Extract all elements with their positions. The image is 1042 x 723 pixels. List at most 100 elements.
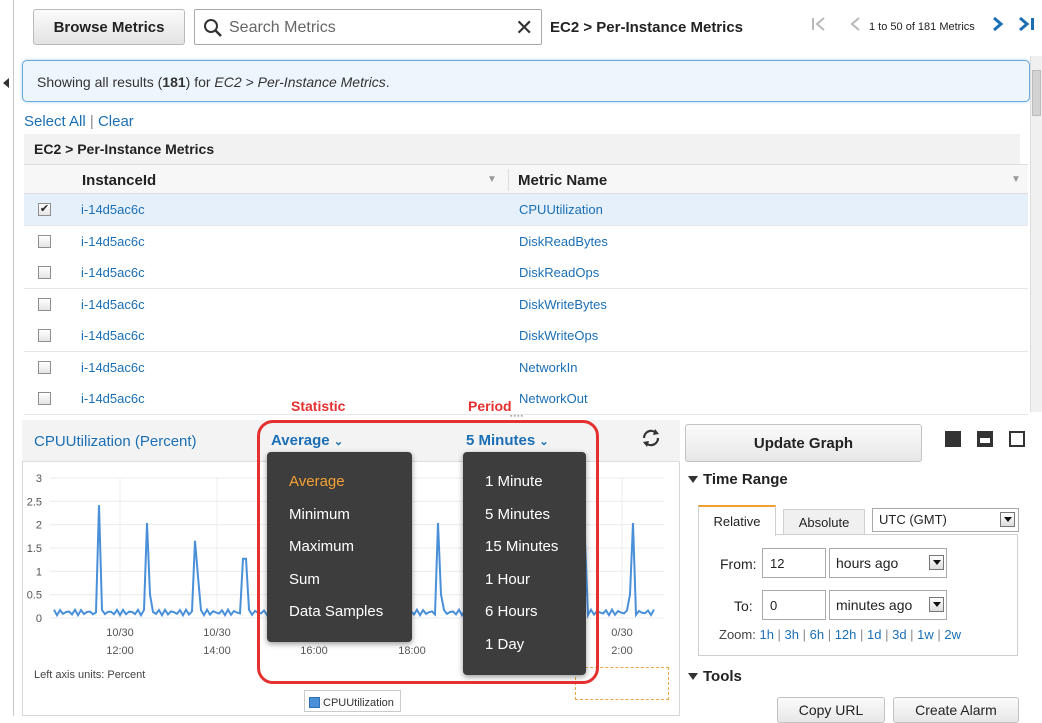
table-row[interactable]: ✔ i-14d5ac6c CPUUtilization	[24, 194, 1028, 226]
refresh-icon[interactable]	[640, 427, 662, 449]
instance-id-link[interactable]: i-14d5ac6c	[81, 328, 145, 343]
dropdown-arrow-icon[interactable]	[929, 597, 944, 612]
search-input[interactable]: Search Metrics ✕	[194, 9, 542, 45]
graph-title[interactable]: CPUUtilization (Percent)	[34, 433, 197, 450]
zoom-2w-link[interactable]: 2w	[944, 627, 961, 642]
y-tick-label: 1.5	[27, 543, 42, 555]
table-row[interactable]: i-14d5ac6c DiskReadBytes	[24, 225, 1028, 258]
search-placeholder: Search Metrics	[229, 19, 336, 36]
zoom-links: Zoom: 1h | 3h | 6h | 12h | 1d | 3d | 1w …	[719, 627, 961, 642]
layout-empty-icon[interactable]	[1009, 431, 1025, 447]
panel-splitter[interactable]	[24, 412, 1028, 417]
column-instanceid[interactable]: InstanceId	[82, 172, 156, 189]
collapse-left-icon[interactable]	[3, 78, 9, 88]
tab-absolute[interactable]: Absolute	[783, 509, 865, 535]
annotation-highlight	[257, 420, 599, 684]
next-page-icon[interactable]	[990, 16, 1006, 32]
metric-name-link[interactable]: DiskWriteOps	[519, 328, 598, 343]
instance-id-link[interactable]: i-14d5ac6c	[81, 297, 145, 312]
table-row[interactable]: i-14d5ac6c DiskWriteBytes	[24, 288, 1028, 321]
select-all-link[interactable]: Select All	[24, 113, 86, 130]
zoom-separator: |	[881, 627, 893, 642]
zoom-12h-link[interactable]: 12h	[835, 627, 857, 642]
dropdown-arrow-icon[interactable]	[929, 555, 944, 570]
banner-prefix: Showing all results (	[37, 74, 163, 90]
result-count: 181	[162, 74, 186, 90]
update-graph-button[interactable]: Update Graph	[685, 424, 922, 462]
time-range-section[interactable]: Time Range	[688, 471, 788, 488]
instance-id-link[interactable]: i-14d5ac6c	[81, 234, 145, 249]
metric-name-link[interactable]: DiskWriteBytes	[519, 297, 607, 312]
zoom-3d-link[interactable]: 3d	[892, 627, 906, 642]
zoom-3h-link[interactable]: 3h	[785, 627, 799, 642]
clear-link[interactable]: Clear	[98, 113, 134, 130]
results-banner: Showing all results (181) for EC2 > Per-…	[22, 60, 1030, 102]
y-tick-label: 3	[36, 473, 42, 485]
chart-legend: CPUUtilization	[304, 690, 401, 712]
create-alarm-button[interactable]: Create Alarm	[893, 697, 1019, 723]
tools-section[interactable]: Tools	[688, 668, 742, 685]
zoom-1h-link[interactable]: 1h	[759, 627, 773, 642]
zoom-1d-link[interactable]: 1d	[867, 627, 881, 642]
metric-name-link[interactable]: DiskReadBytes	[519, 234, 608, 249]
zoom-separator: |	[906, 627, 918, 642]
y-tick-label: 0.5	[27, 590, 42, 602]
selection-separator: |	[89, 113, 94, 130]
to-unit-value: minutes ago	[836, 597, 913, 613]
zoom-1w-link[interactable]: 1w	[917, 627, 934, 642]
metric-name-link[interactable]: NetworkOut	[519, 391, 588, 406]
y-tick-label: 2.5	[27, 496, 42, 508]
metric-name-link[interactable]: NetworkIn	[519, 360, 578, 375]
row-checkbox[interactable]: ✔	[38, 203, 51, 216]
scrollbar-thumb[interactable]	[1032, 70, 1041, 116]
timezone-select[interactable]: UTC (GMT)	[872, 508, 1019, 532]
column-metric-name[interactable]: Metric Name	[518, 172, 607, 189]
instance-id-link[interactable]: i-14d5ac6c	[81, 360, 145, 375]
row-checkbox[interactable]	[38, 392, 51, 405]
clear-search-icon[interactable]: ✕	[515, 15, 533, 41]
search-icon	[204, 19, 222, 37]
from-unit-select[interactable]: hours ago	[829, 548, 947, 578]
dropdown-arrow-icon[interactable]	[1000, 512, 1015, 527]
zoom-separator: |	[824, 627, 835, 642]
tab-relative[interactable]: Relative	[698, 505, 776, 536]
first-page-icon[interactable]	[810, 16, 832, 32]
sort-chevron-icon[interactable]: ▼	[1011, 174, 1021, 185]
instance-id-link[interactable]: i-14d5ac6c	[81, 202, 145, 217]
instance-id-link[interactable]: i-14d5ac6c	[81, 265, 145, 280]
table-row[interactable]: i-14d5ac6c NetworkIn	[24, 351, 1028, 384]
to-unit-select[interactable]: minutes ago	[829, 590, 947, 620]
last-page-icon[interactable]	[1016, 16, 1038, 32]
splitter-grip-icon[interactable]: ▪▪▪▪	[510, 413, 524, 420]
zoom-separator: |	[933, 627, 945, 642]
row-checkbox[interactable]	[38, 329, 51, 342]
x-tick-time: 14:00	[203, 645, 231, 657]
table-row[interactable]: i-14d5ac6c NetworkOut	[24, 383, 1028, 415]
row-checkbox[interactable]	[38, 297, 51, 311]
scope-label: EC2 > Per-Instance Metrics	[550, 19, 744, 36]
from-value-input[interactable]: 12	[762, 548, 826, 578]
zoom-label: Zoom:	[719, 627, 756, 642]
copy-url-button[interactable]: Copy URL	[777, 697, 885, 723]
metric-name-link[interactable]: DiskReadOps	[519, 265, 599, 280]
table-row[interactable]: i-14d5ac6c DiskWriteOps	[24, 320, 1028, 352]
zoom-separator: |	[856, 627, 868, 642]
table-row[interactable]: i-14d5ac6c DiskReadOps	[24, 257, 1028, 289]
previous-page-icon[interactable]	[848, 16, 864, 32]
banner-middle: ) for	[185, 74, 215, 90]
instance-id-link[interactable]: i-14d5ac6c	[81, 391, 145, 406]
row-checkbox[interactable]	[38, 234, 51, 248]
row-checkbox[interactable]	[38, 360, 51, 374]
y-tick-label: 1	[36, 566, 42, 578]
browse-metrics-button[interactable]: Browse Metrics	[33, 9, 185, 45]
layout-full-icon[interactable]	[945, 431, 961, 447]
y-tick-label: 0	[36, 613, 42, 625]
row-checkbox[interactable]	[38, 266, 51, 279]
zoom-6h-link[interactable]: 6h	[810, 627, 824, 642]
layout-half-icon[interactable]	[977, 431, 993, 447]
to-value-input[interactable]: 0	[762, 590, 826, 620]
sort-chevron-icon[interactable]: ▼	[487, 174, 497, 185]
metric-name-link[interactable]: CPUUtilization	[519, 202, 603, 217]
column-divider	[508, 169, 509, 191]
to-label: To:	[734, 598, 753, 614]
